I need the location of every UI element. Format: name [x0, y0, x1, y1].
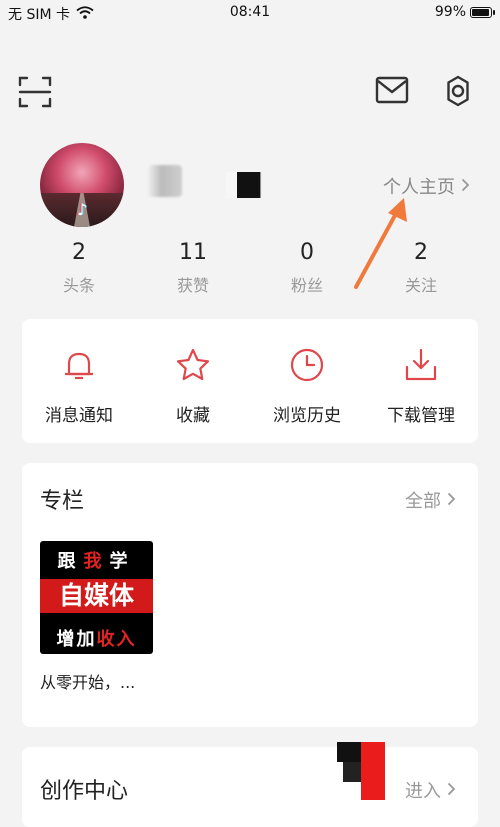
status-time: 08:41 — [229, 4, 271, 20]
cover-line-1: 跟我学 — [57, 551, 136, 572]
battery-percent: 99% — [434, 4, 466, 20]
stat-headlines[interactable]: 2 头条 — [29, 238, 129, 296]
creator-enter-link[interactable]: 进入 — [405, 777, 456, 803]
chevron-right-icon — [447, 490, 456, 511]
status-bar: 无 SIM 卡 08:41 99% — [0, 0, 500, 26]
column-all-link[interactable]: 全部 — [405, 487, 456, 513]
chevron-right-icon — [447, 780, 456, 801]
creator-center-card: 创作中心 进入 — [22, 747, 478, 827]
chevron-right-icon — [461, 176, 470, 197]
stat-following[interactable]: 2 关注 — [371, 238, 471, 296]
star-icon — [136, 343, 250, 387]
creator-section-title: 创作中心 — [40, 779, 129, 804]
column-card: 专栏 全部 跟我学 自媒体 增加收入 从零开始，... — [22, 463, 478, 727]
mail-icon[interactable] — [374, 74, 410, 106]
column-section-title: 专栏 — [40, 489, 85, 514]
battery-fill — [472, 8, 489, 16]
gear-icon[interactable] — [440, 73, 476, 109]
history-button[interactable]: 浏览历史 — [250, 343, 364, 426]
clock-icon — [250, 343, 364, 387]
scan-icon[interactable] — [17, 74, 53, 110]
stat-likes[interactable]: 11 获赞 — [143, 238, 243, 296]
favorites-button[interactable]: 收藏 — [136, 343, 250, 426]
cover-line-3: 增加收入 — [56, 629, 137, 650]
decorative-sticker — [337, 742, 385, 800]
notifications-button[interactable]: 消息通知 — [22, 343, 136, 426]
username-redacted — [148, 165, 182, 197]
quick-actions-card: 消息通知 收藏 浏览历史 下载管理 — [22, 319, 478, 443]
column-cover-image[interactable]: 跟我学 自媒体 增加收入 — [40, 541, 153, 654]
bell-icon — [22, 343, 136, 387]
tiktok-logo-icon: ♪ — [76, 200, 88, 219]
downloads-button[interactable]: 下载管理 — [364, 343, 478, 426]
cover-line-2: 自媒体 — [40, 579, 153, 613]
battery-icon — [470, 6, 495, 18]
username-redacted-2 — [226, 172, 262, 198]
avatar[interactable]: ♪ — [40, 143, 124, 227]
stat-fans[interactable]: 0 粉丝 — [257, 238, 357, 296]
column-item-title[interactable]: 从零开始，... — [40, 669, 135, 693]
download-icon — [364, 343, 478, 387]
